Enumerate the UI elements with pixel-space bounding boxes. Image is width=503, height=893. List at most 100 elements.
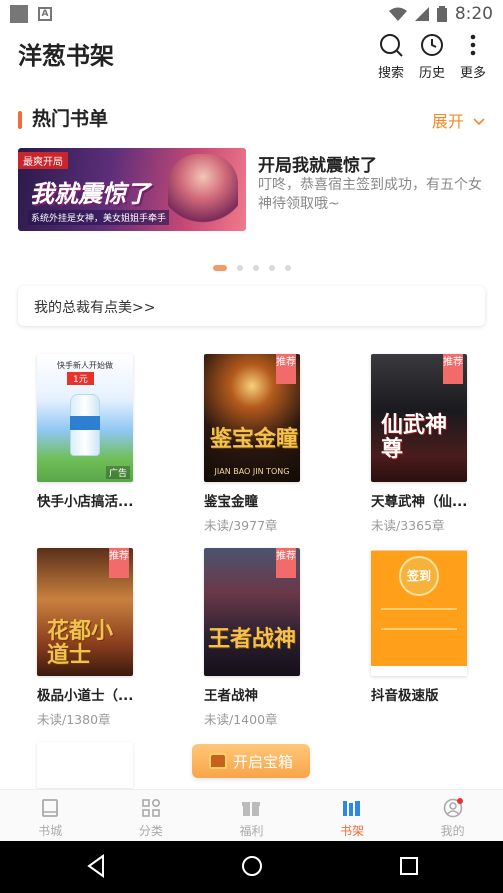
gift-icon: [242, 802, 261, 816]
book-cover: 快手新人开始做 1元 广告: [37, 354, 133, 482]
app-notification-icon: [10, 5, 28, 23]
more-label: 更多: [459, 66, 486, 81]
section-accent-bar: [18, 111, 22, 129]
book-title: 天尊武神（仙...: [371, 494, 468, 510]
chevron-down-icon: [473, 118, 485, 126]
carousel-dot[interactable]: [212, 265, 227, 271]
status-bar: A 8:20: [0, 0, 503, 28]
profile-icon: [443, 798, 463, 818]
book-item[interactable]: 签到 抖音极速版: [371, 548, 471, 704]
banner-image-subtitle: 系统外挂是女神，美女姐姐手牵手: [28, 210, 170, 225]
book-cover: 推荐 仙武神尊: [371, 354, 467, 482]
banner-image: 最爽开局 我就震惊了 系统外挂是女神，美女姐姐手牵手: [18, 148, 246, 231]
book-title: 王者战神: [204, 688, 258, 704]
checkin-badge: 签到: [399, 556, 439, 596]
tab-label: 我的: [440, 824, 465, 838]
cover-title: 鉴宝金瞳: [210, 427, 299, 452]
tab-bookshelf[interactable]: 书架: [302, 790, 403, 841]
recommend-badge: 推荐: [276, 548, 296, 578]
bookshelf-icon: [343, 801, 361, 816]
book-cover: 推荐 王者战神: [204, 548, 300, 676]
clock-icon: [421, 34, 443, 56]
wifi-icon: [388, 7, 407, 21]
battery-icon: [436, 6, 447, 22]
hot-booklist-header: 热门书单 展开: [18, 104, 485, 134]
banner-tag: 最爽开局: [18, 152, 68, 169]
book-cover: 推荐 鉴宝金瞳 JIAN BAO JIN TONG: [204, 354, 300, 482]
book-item[interactable]: 推荐 王者战神 王者战神 未读/1400章: [204, 548, 304, 728]
recommend-badge: 推荐: [443, 354, 463, 384]
recommend-badge: 推荐: [109, 548, 129, 578]
search-label: 搜索: [377, 66, 404, 81]
treasure-label: 开启宝箱: [232, 752, 293, 771]
notification-badge-icon: A: [38, 7, 52, 21]
ad-cover-price: 1元: [67, 372, 94, 385]
book-title: 极品小道士（...: [37, 688, 134, 704]
carousel-dot[interactable]: [236, 265, 243, 271]
cover-subtitle: JIAN BAO JIN TONG: [214, 467, 290, 476]
grid-icon: [142, 798, 160, 817]
notice-bar[interactable]: 我的总裁有点美>> ›: [18, 286, 485, 326]
app-root: { "status": {"time": "8:20", "notif_badg…: [0, 0, 503, 893]
booklist-banner[interactable]: 最爽开局 我就震惊了 系统外挂是女神，美女姐姐手牵手 开局我就震惊了 叮咚，恭喜…: [18, 148, 485, 234]
tab-profile[interactable]: 我的: [402, 790, 503, 841]
section-title: 热门书单: [32, 108, 109, 130]
book-title: 快手小店搞活...: [37, 494, 134, 510]
expand-label: 展开: [431, 112, 464, 131]
cover-title: 花都小道士: [47, 619, 114, 668]
tab-bookstore[interactable]: 书城: [0, 790, 101, 841]
book-title: 鉴宝金瞳: [204, 494, 258, 510]
book-progress: 未读/3977章: [204, 518, 278, 533]
checkin-progress-line: [381, 628, 457, 630]
bottom-tab-bar: 书城 分类 福利 书架 我的: [0, 789, 503, 841]
recommend-badge: 推荐: [276, 354, 296, 384]
back-icon[interactable]: [85, 854, 107, 878]
status-time: 8:20: [454, 4, 493, 24]
book-cover: 签到: [371, 548, 467, 676]
tab-label: 书架: [340, 824, 365, 838]
home-icon[interactable]: [240, 854, 264, 878]
recents-icon[interactable]: [398, 854, 420, 878]
book-title: 抖音极速版: [371, 688, 439, 704]
cover-title: 王者战神: [208, 627, 297, 652]
book-progress: 未读/3365章: [371, 518, 445, 533]
search-icon: [380, 34, 403, 57]
more-vertical-icon: [470, 34, 476, 56]
search-button[interactable]: 搜索: [369, 32, 413, 81]
book-item[interactable]: 推荐 鉴宝金瞳 JIAN BAO JIN TONG 鉴宝金瞳 未读/3977章: [204, 354, 304, 534]
banner-character-illustration: [168, 154, 238, 230]
book-progress: 未读/1400章: [204, 712, 278, 727]
ad-label: 广告: [105, 466, 130, 479]
book-cover: 推荐 花都小道士: [37, 548, 133, 676]
tab-label: 福利: [239, 824, 264, 838]
carousel-indicator: [0, 264, 503, 272]
book-item[interactable]: 推荐 仙武神尊 天尊武神（仙... 未读/3365章: [371, 354, 471, 534]
chevron-right-icon: ›: [34, 297, 40, 315]
system-nav-bar: [0, 841, 503, 893]
banner-image-title: 我就震惊了: [30, 180, 150, 208]
checkin-progress-line: [381, 608, 457, 610]
more-button[interactable]: 更多: [451, 32, 495, 81]
ad-cover-text: 快手新人开始做: [57, 361, 113, 370]
carousel-dot[interactable]: [284, 265, 291, 271]
app-header: 洋葱书架 搜索 历史 更多: [0, 28, 503, 84]
bottle-label: [70, 416, 100, 430]
book-cover-partial[interactable]: [37, 742, 133, 788]
page-title: 洋葱书架: [18, 42, 114, 70]
carousel-dot[interactable]: [252, 265, 259, 271]
book-item[interactable]: 快手新人开始做 1元 广告 快手小店搞活...: [37, 354, 137, 510]
carousel-dot[interactable]: [268, 265, 275, 271]
cover-title: 仙武神尊: [381, 413, 448, 462]
open-treasure-button[interactable]: 开启宝箱: [192, 744, 310, 778]
tab-label: 书城: [38, 824, 63, 838]
tab-category[interactable]: 分类: [101, 790, 202, 841]
banner-description: 叮咚，恭喜宿主签到成功，有五个女神待领取哦~: [258, 177, 482, 212]
book-progress: 未读/1380章: [37, 712, 111, 727]
tab-welfare[interactable]: 福利: [201, 790, 302, 841]
banner-title: 开局我就震惊了: [258, 156, 377, 176]
book-item[interactable]: 推荐 花都小道士 极品小道士（... 未读/1380章: [37, 548, 137, 728]
expand-button[interactable]: 展开: [432, 108, 485, 132]
signal-icon: [414, 7, 429, 21]
history-button[interactable]: 历史: [410, 32, 454, 81]
tab-label: 分类: [138, 824, 163, 838]
